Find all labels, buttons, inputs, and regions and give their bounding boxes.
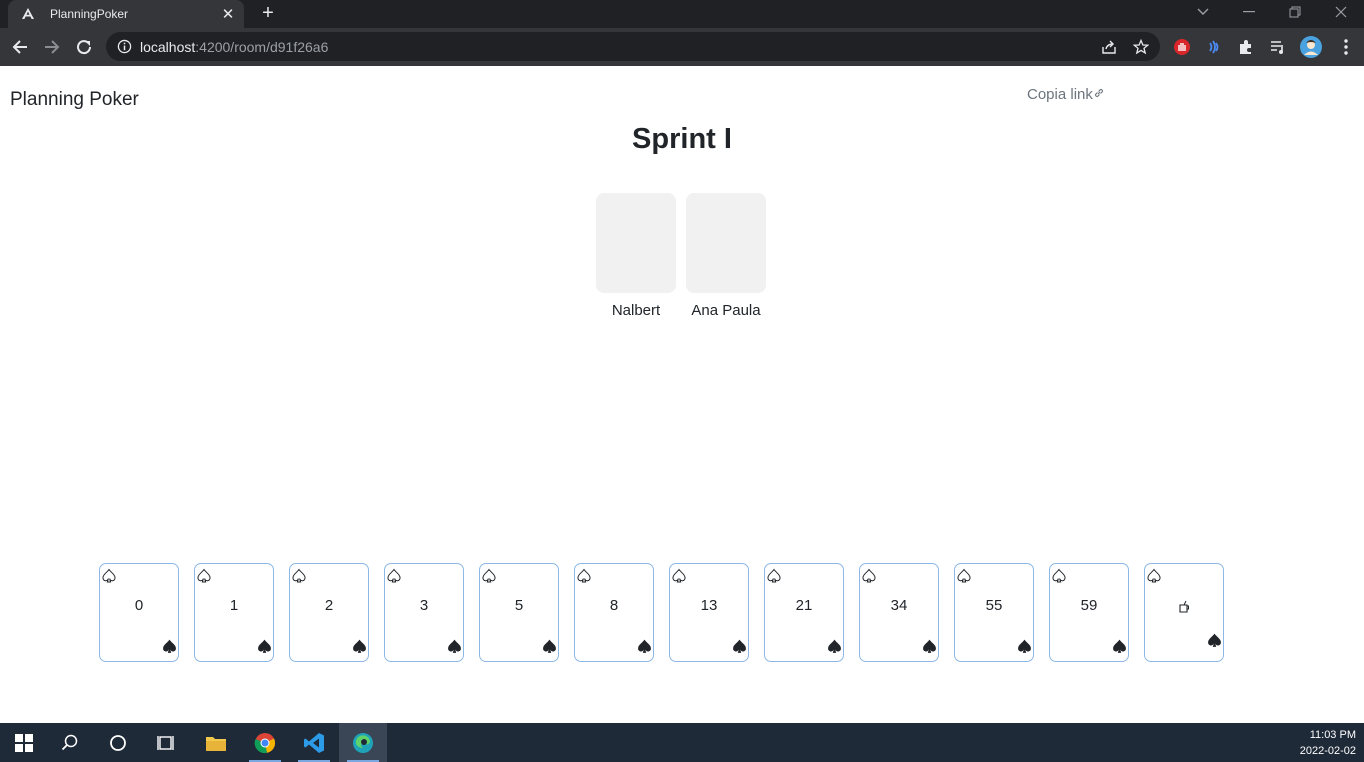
system-clock[interactable]: 11:03 PM 2022-02-02: [1300, 727, 1356, 759]
spade-filled-icon: [1111, 638, 1128, 660]
player-name: Ana Paula: [691, 302, 761, 319]
search-icon[interactable]: [46, 723, 94, 762]
vote-card-value: 34: [890, 597, 908, 614]
new-tab-button[interactable]: +: [257, 2, 279, 24]
clock-time: 11:03 PM: [1309, 729, 1356, 741]
spade-outline-icon: [196, 568, 212, 589]
spade-filled-icon: [636, 638, 653, 660]
spade-outline-icon: [1051, 568, 1067, 589]
vote-card[interactable]: 5: [479, 563, 559, 662]
url-path: :4200/room/d91f26a6: [195, 39, 329, 55]
spade-filled-icon: [161, 638, 178, 660]
file-explorer-icon[interactable]: [192, 723, 240, 762]
player-card: [686, 193, 766, 293]
tab-close-icon[interactable]: ✕: [218, 5, 238, 23]
vote-card-value: 59: [1080, 597, 1098, 614]
vote-card[interactable]: 55: [954, 563, 1034, 662]
vote-card[interactable]: 2: [289, 563, 369, 662]
edge-icon[interactable]: [339, 723, 387, 762]
spade-outline-icon: [576, 568, 592, 589]
spade-outline-icon: [291, 568, 307, 589]
spade-outline-icon: [1146, 568, 1162, 589]
vote-card[interactable]: 1: [194, 563, 274, 662]
back-icon[interactable]: [9, 36, 31, 58]
spade-outline-icon: [671, 568, 687, 589]
vote-card-value: 8: [609, 597, 619, 614]
browser-tab-strip: PlanningPoker ✕ +: [0, 0, 1364, 28]
vote-card[interactable]: 34: [859, 563, 939, 662]
spade-filled-icon: [541, 638, 558, 660]
spade-filled-icon: [1016, 638, 1033, 660]
spade-outline-icon: [101, 568, 117, 589]
tab-search-icon[interactable]: [1192, 0, 1214, 24]
close-window-icon[interactable]: [1328, 0, 1354, 24]
vote-card-value: 5: [514, 597, 524, 614]
task-view-icon[interactable]: [142, 723, 190, 762]
restore-icon[interactable]: [1282, 0, 1308, 24]
vote-card[interactable]: 59: [1049, 563, 1129, 662]
spade-outline-icon: [766, 568, 782, 589]
vote-card-value: 1: [229, 597, 239, 614]
player-card: [596, 193, 676, 293]
spade-outline-icon: [386, 568, 402, 589]
browser-tab[interactable]: PlanningPoker ✕: [8, 0, 244, 28]
media-queue-icon[interactable]: [1268, 37, 1288, 57]
vote-card[interactable]: 0: [99, 563, 179, 662]
bookmark-star-icon[interactable]: [1132, 38, 1150, 56]
copy-link-button[interactable]: Copia link: [1027, 86, 1105, 103]
spade-filled-icon: [1206, 632, 1223, 654]
cortana-icon[interactable]: [94, 723, 142, 762]
vote-card-value: 0: [134, 597, 144, 614]
vote-card-value: 21: [795, 597, 813, 614]
vote-card[interactable]: 21: [764, 563, 844, 662]
spade-outline-icon: [956, 568, 972, 589]
site-info-icon[interactable]: [117, 39, 132, 59]
chrome-icon[interactable]: [241, 723, 289, 762]
profile-avatar[interactable]: [1299, 35, 1323, 59]
spade-filled-icon: [351, 638, 368, 660]
player-slot: Nalbert: [596, 193, 676, 319]
adblock-extension-icon[interactable]: [1172, 37, 1192, 57]
windows-taskbar: 11:03 PM 2022-02-02: [0, 723, 1364, 762]
vote-card[interactable]: 3: [384, 563, 464, 662]
minimize-icon[interactable]: [1236, 0, 1262, 24]
forward-icon[interactable]: [41, 36, 63, 58]
copy-link-label: Copia link: [1027, 86, 1093, 103]
clock-date: 2022-02-02: [1299, 745, 1356, 757]
angular-logo-icon: [20, 6, 36, 22]
wave-extension-icon[interactable]: [1204, 37, 1224, 57]
spade-outline-icon: [861, 568, 877, 589]
player-slot: Ana Paula: [686, 193, 766, 319]
chrome-menu-icon[interactable]: [1336, 37, 1356, 57]
vote-card-value: 2: [324, 597, 334, 614]
spade-filled-icon: [256, 638, 273, 660]
spade-filled-icon: [921, 638, 938, 660]
app-title: Planning Poker: [10, 89, 139, 110]
url-host: localhost: [140, 39, 196, 55]
vote-card-value: 55: [985, 597, 1003, 614]
browser-toolbar: localhost:4200/room/d91f26a6: [0, 28, 1364, 66]
tab-title: PlanningPoker: [50, 7, 129, 21]
spade-filled-icon: [446, 638, 463, 660]
room-title: Sprint I: [632, 123, 732, 155]
windows-start-icon[interactable]: [0, 723, 48, 762]
extensions-puzzle-icon[interactable]: [1236, 37, 1256, 57]
link-icon: [1093, 86, 1105, 103]
url-text[interactable]: localhost:4200/room/d91f26a6: [140, 39, 328, 55]
reload-icon[interactable]: [73, 36, 95, 58]
vote-card[interactable]: 8: [574, 563, 654, 662]
vote-card-value: 13: [700, 597, 718, 614]
vote-card[interactable]: [1144, 563, 1224, 662]
spade-outline-icon: [481, 568, 497, 589]
vote-card[interactable]: 13: [669, 563, 749, 662]
spade-filled-icon: [826, 638, 843, 660]
vscode-icon[interactable]: [290, 723, 338, 762]
coffee-icon: [1145, 600, 1223, 618]
share-icon[interactable]: [1100, 38, 1118, 56]
spade-filled-icon: [731, 638, 748, 660]
vote-card-value: 3: [419, 597, 429, 614]
address-bar[interactable]: localhost:4200/room/d91f26a6: [106, 32, 1160, 61]
